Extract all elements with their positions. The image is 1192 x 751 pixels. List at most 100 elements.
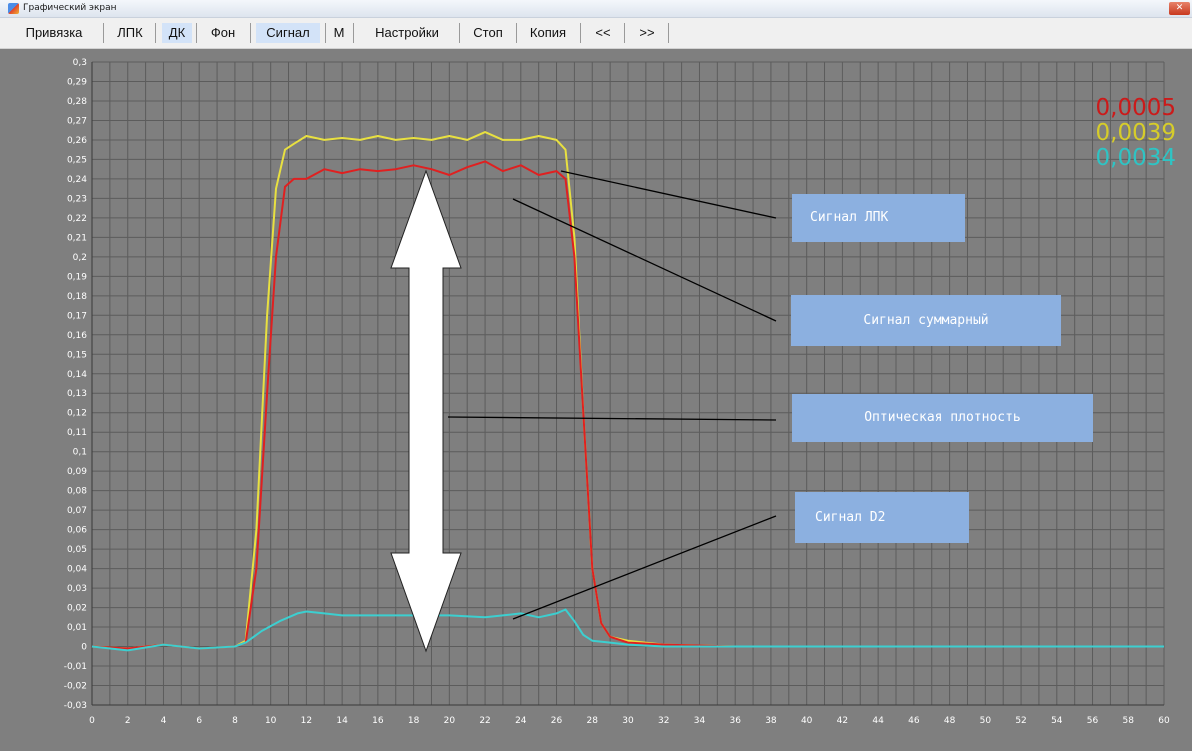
x-tick-label: 56 (1087, 716, 1099, 726)
y-tick-label: 0,27 (67, 116, 87, 126)
menu-separator (624, 23, 625, 43)
y-tick-label: 0,28 (67, 97, 87, 107)
y-tick-label: 0,12 (67, 409, 87, 419)
x-tick-label: 48 (944, 716, 956, 726)
window-title: Графический экран (23, 3, 117, 13)
menu-item-stop[interactable]: Стоп (465, 23, 511, 43)
menu-item-back[interactable]: << (586, 23, 620, 43)
menu-separator (196, 23, 197, 43)
title-bar: Графический экран ✕ (0, 0, 1192, 18)
y-tick-label: 0,18 (67, 292, 87, 302)
y-tick-label: 0,2 (73, 253, 87, 263)
y-tick-label: 0,16 (67, 331, 87, 341)
y-tick-label: 0 (81, 643, 87, 653)
y-tick-label: 0,05 (67, 545, 87, 555)
y-tick-label: 0,01 (67, 623, 87, 633)
y-tick-label: 0,24 (67, 175, 87, 185)
x-tick-label: 4 (161, 716, 167, 726)
x-tick-label: 52 (1015, 716, 1026, 726)
y-tick-label: -0,02 (64, 682, 87, 692)
readout-yellow: 0,0039 (1095, 120, 1176, 146)
y-tick-label: 0,13 (67, 389, 87, 399)
y-tick-label: 0,23 (67, 194, 87, 204)
menu-separator (103, 23, 104, 43)
menu-bar: Привязка ЛПК ДК Фон Сигнал М Настройки С… (0, 18, 1192, 49)
menu-separator (459, 23, 460, 43)
x-tick-label: 2 (125, 716, 131, 726)
y-tick-label: 0,21 (67, 233, 87, 243)
menu-item-privyazka[interactable]: Привязка (8, 23, 100, 43)
y-tick-label: 0,19 (67, 272, 87, 282)
x-tick-label: 14 (336, 716, 348, 726)
x-tick-label: 8 (232, 716, 238, 726)
x-tick-label: 58 (1123, 716, 1135, 726)
menu-item-m[interactable]: М (330, 23, 348, 43)
x-tick-label: 0 (89, 716, 95, 726)
y-tick-label: -0,03 (64, 701, 87, 711)
leader-line-total (512, 198, 777, 322)
x-tick-label: 50 (980, 716, 992, 726)
y-tick-label: 0,06 (67, 526, 87, 536)
menu-separator (516, 23, 517, 43)
menu-separator (668, 23, 669, 43)
y-tick-label: 0,04 (67, 565, 87, 575)
x-tick-label: 40 (801, 716, 813, 726)
menu-item-nastroiki[interactable]: Настройки (360, 23, 454, 43)
menu-separator (580, 23, 581, 43)
y-tick-label: 0,3 (73, 58, 87, 68)
leader-line-density (447, 416, 777, 421)
x-tick-label: 28 (587, 716, 599, 726)
plot-area[interactable]: 0,3 0,29 0,28 0,27 0,26 0,25 0,24 0,23 0,22 0,21 0… (0, 49, 1192, 751)
x-tick-label: 36 (729, 716, 741, 726)
callout-optical-density: Оптическая плотность (792, 394, 1093, 442)
callout-signal-d2: Сигнал D2 (795, 492, 969, 543)
x-tick-label: 22 (479, 716, 490, 726)
menu-item-fon[interactable]: Фон (201, 23, 245, 43)
menu-item-signal[interactable]: Сигнал (256, 23, 320, 43)
y-tick-label: 0,09 (67, 467, 87, 477)
menu-item-forward[interactable]: >> (630, 23, 664, 43)
x-tick-label: 16 (372, 716, 384, 726)
y-tick-label: 0,26 (67, 136, 87, 146)
x-tick-label: 54 (1051, 716, 1063, 726)
y-tick-label: 0,14 (67, 370, 87, 380)
close-button[interactable]: ✕ (1169, 2, 1190, 15)
y-tick-label: 0,15 (67, 350, 87, 360)
y-tick-label: 0,25 (67, 155, 87, 165)
readout-red: 0,0005 (1095, 95, 1176, 121)
x-tick-label: 10 (265, 716, 277, 726)
x-tick-label: 44 (872, 716, 884, 726)
x-tick-label: 20 (444, 716, 456, 726)
y-tick-label: 0,08 (67, 487, 87, 497)
x-tick-label: 42 (837, 716, 848, 726)
double-arrow-icon (390, 169, 462, 653)
menu-item-kopiya[interactable]: Копия (522, 23, 574, 43)
readout-cyan: 0,0034 (1095, 145, 1176, 171)
menu-separator (155, 23, 156, 43)
app-icon (8, 3, 19, 14)
x-tick-label: 24 (515, 716, 527, 726)
y-tick-label: 0,17 (67, 311, 87, 321)
y-tick-label: -0,01 (64, 662, 87, 672)
y-tick-label: 0,11 (67, 428, 87, 438)
leader-line-d2 (512, 515, 777, 620)
y-tick-label: 0,22 (67, 214, 87, 224)
x-tick-label: 12 (301, 716, 312, 726)
y-tick-label: 0,29 (67, 77, 87, 87)
x-tick-label: 38 (765, 716, 777, 726)
leader-line-lpk (560, 170, 777, 219)
y-tick-label: 0,1 (73, 448, 87, 458)
y-tick-label: 0,02 (67, 604, 87, 614)
callout-signal-lpk: Сигнал ЛПК (792, 194, 965, 242)
menu-separator (353, 23, 354, 43)
x-tick-label: 18 (408, 716, 420, 726)
x-tick-label: 30 (622, 716, 634, 726)
x-tick-label: 46 (908, 716, 920, 726)
x-tick-label: 6 (196, 716, 202, 726)
menu-item-lpk[interactable]: ЛПК (109, 23, 151, 43)
x-tick-label: 32 (658, 716, 669, 726)
callout-signal-total: Сигнал суммарный (791, 295, 1061, 346)
menu-item-dk[interactable]: ДК (162, 23, 192, 43)
y-tick-label: 0,07 (67, 506, 87, 516)
y-tick-label: 0,03 (67, 584, 87, 594)
